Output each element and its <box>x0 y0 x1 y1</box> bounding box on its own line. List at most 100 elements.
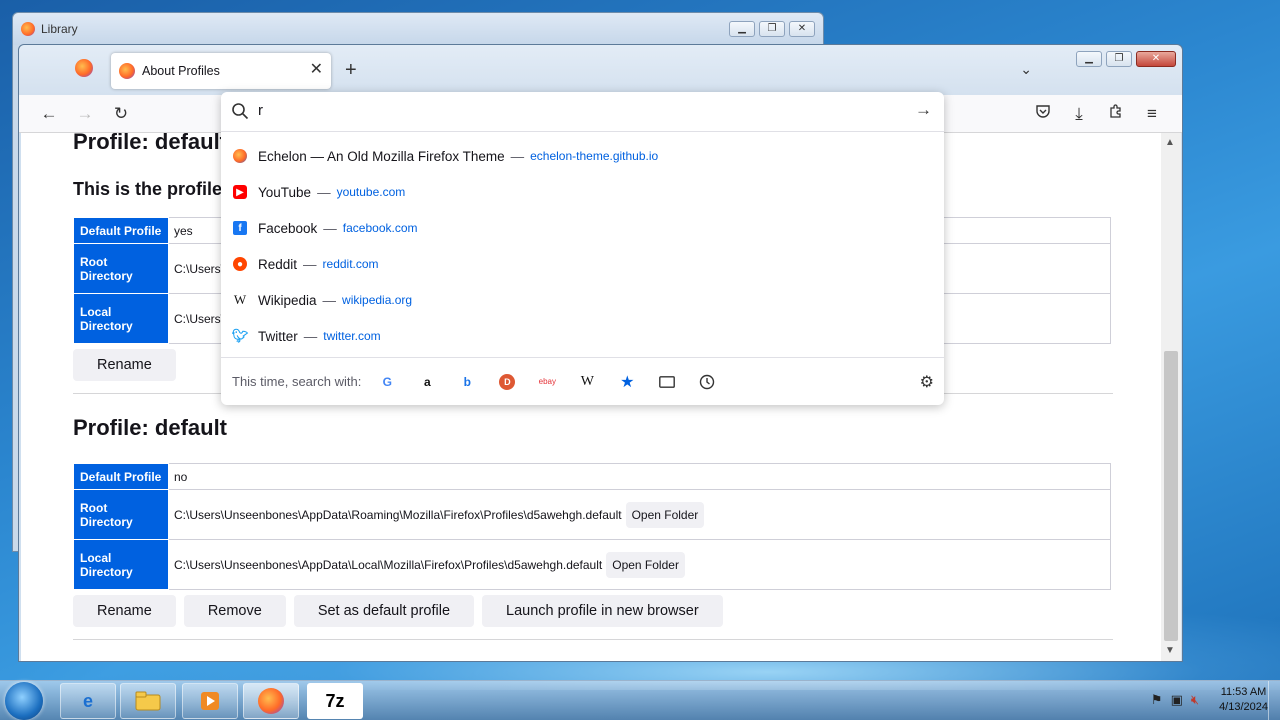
suggestion-url: twitter.com <box>323 329 381 343</box>
suggestion-separator: — <box>317 184 331 200</box>
rename-button[interactable]: Rename <box>73 595 176 627</box>
urlbar-dropdown: r → Echelon — An Old Mozilla Firefox The… <box>221 92 944 405</box>
internet-explorer-icon[interactable]: e <box>60 683 116 719</box>
firefox-window-controls: ▁ ❐ ✕ <box>1076 51 1176 67</box>
minimize-button[interactable]: ▁ <box>729 21 755 37</box>
youtube-icon: ▶ <box>233 185 247 199</box>
extensions-puzzle-icon[interactable] <box>1104 102 1128 126</box>
media-player-icon[interactable] <box>182 683 238 719</box>
amazon-icon[interactable]: a <box>419 374 435 390</box>
firefox-icon <box>21 22 35 36</box>
library-titlebar[interactable]: Library <box>13 13 823 45</box>
volume-muted-icon[interactable]: 🔇︎ <box>1191 692 1199 708</box>
clock-date: 4/13/2024 <box>1219 701 1268 713</box>
google-icon[interactable]: G <box>379 374 395 390</box>
tabs-icon[interactable] <box>659 374 676 390</box>
tab-close-icon[interactable]: ✕ <box>310 61 323 79</box>
clock[interactable]: 11:53 AM 4/13/2024 <box>1219 685 1268 715</box>
firefox-taskbar-icon[interactable] <box>243 683 299 719</box>
duckduckgo-icon[interactable]: D <box>499 373 516 390</box>
system-tray: ⚑ ▣ 🔇︎ 11:53 AM 4/13/2024 <box>1151 685 1268 715</box>
url-input[interactable]: r <box>258 102 263 119</box>
history-clock-icon[interactable] <box>699 374 715 390</box>
scrollbar-thumb[interactable] <box>1164 351 1178 641</box>
suggestion-item[interactable]: f Facebook — facebook.com <box>221 210 944 246</box>
firefox-icon <box>258 688 284 714</box>
facebook-icon: f <box>233 221 247 235</box>
local-directory-cell: C:\Users\Unseenbones\AppData\Local\Mozil… <box>168 539 1111 590</box>
pocket-icon[interactable] <box>1031 102 1055 126</box>
bookmarks-star-icon[interactable]: ★ <box>619 374 635 391</box>
show-desktop-button[interactable] <box>1268 681 1280 720</box>
suggestion-item[interactable]: W Wikipedia — wikipedia.org <box>221 282 944 318</box>
reload-icon[interactable]: ↻ <box>109 102 133 126</box>
forward-arrow-icon[interactable]: → <box>73 102 97 126</box>
open-local-folder-button[interactable]: Open Folder <box>606 551 685 578</box>
restore-button[interactable]: ❐ <box>759 21 785 37</box>
suggestion-title: Wikipedia <box>258 292 317 308</box>
default-profile-value: no <box>168 463 1111 490</box>
rename-button[interactable]: Rename <box>73 349 176 381</box>
scroll-up-icon[interactable]: ▲ <box>1165 137 1175 148</box>
default-profile-label: Default Profile <box>73 463 169 490</box>
ebay-icon[interactable]: ebay <box>539 374 556 390</box>
suggestion-url: youtube.com <box>336 185 406 199</box>
suggestion-item[interactable]: Echelon — An Old Mozilla Firefox Theme —… <box>221 138 944 174</box>
hamburger-menu-icon[interactable]: ≡ <box>1140 102 1164 126</box>
root-directory-label: Root Directory <box>73 489 169 540</box>
close-button[interactable]: ✕ <box>789 21 815 37</box>
tab-label: About Profiles <box>142 64 220 78</box>
twitter-icon: 🐦︎ <box>231 328 249 343</box>
suggestion-url: echelon-theme.github.io <box>530 149 659 163</box>
new-tab-button[interactable]: + <box>345 59 357 82</box>
file-explorer-icon[interactable] <box>120 683 176 719</box>
back-arrow-icon[interactable]: ← <box>37 102 61 126</box>
pinned-tab-firefox-icon[interactable] <box>75 59 93 77</box>
7zip-icon[interactable]: 7z <box>307 683 363 719</box>
taskbar: e 7z ⚑ ▣ 🔇︎ 11:53 AM 4/13/2024 <box>0 680 1280 720</box>
restore-button[interactable]: ❐ <box>1106 51 1132 67</box>
bing-icon[interactable]: b <box>459 374 475 390</box>
search-icon <box>232 103 249 120</box>
tab-about-profiles[interactable]: About Profiles ✕ <box>111 53 331 89</box>
suggestion-url: reddit.com <box>322 257 379 271</box>
network-icon[interactable]: ▣ <box>1171 692 1183 708</box>
close-button[interactable]: ✕ <box>1136 51 1176 67</box>
suggestion-item[interactable]: ▶ YouTube — youtube.com <box>221 174 944 210</box>
suggestion-separator: — <box>303 328 318 344</box>
set-default-profile-button[interactable]: Set as default profile <box>293 595 475 627</box>
suggestion-url: wikipedia.org <box>342 293 413 307</box>
suggestion-title: YouTube <box>258 184 312 200</box>
page-scrollbar[interactable]: ▲ ▼ <box>1161 133 1181 661</box>
action-center-flag-icon[interactable]: ⚑ <box>1151 692 1163 708</box>
url-input-row[interactable]: r → <box>221 92 944 132</box>
root-directory-value: C:\Users\Unseenbones\AppData\Roaming\Moz… <box>174 507 622 522</box>
suggestion-separator: — <box>510 148 525 164</box>
downloads-icon[interactable]: ⤓ <box>1067 102 1091 126</box>
list-all-tabs-chevron-icon[interactable]: ⌄ <box>1020 61 1032 78</box>
suggestion-title: Facebook <box>258 220 318 236</box>
suggestion-separator: — <box>323 220 337 236</box>
go-arrow-icon[interactable]: → <box>915 100 932 120</box>
profile-actions: Rename <box>73 349 176 381</box>
tab-strip: About Profiles ✕ + ⌄ ▁ ❐ ✕ <box>19 45 1182 95</box>
remove-button[interactable]: Remove <box>183 595 286 627</box>
profile-title: Profile: default <box>73 415 228 440</box>
wikipedia-icon[interactable]: W <box>579 374 595 390</box>
scroll-down-icon[interactable]: ▼ <box>1165 645 1175 656</box>
reddit-icon: ● <box>233 257 247 271</box>
launch-profile-button[interactable]: Launch profile in new browser <box>482 595 723 627</box>
current-profile-note: This is the profile <box>73 179 223 199</box>
suggestion-item[interactable]: ● Reddit — reddit.com <box>221 246 944 282</box>
divider <box>73 639 1113 640</box>
profile-details-table: Default Profile no Root Directory C:\Use… <box>73 463 1111 590</box>
search-settings-gear-icon[interactable]: ⚙ <box>920 372 934 392</box>
local-directory-label: Local Directory <box>73 293 169 344</box>
suggestion-title: Reddit <box>258 256 298 272</box>
start-button[interactable] <box>5 682 43 720</box>
minimize-button[interactable]: ▁ <box>1076 51 1102 67</box>
open-root-folder-button[interactable]: Open Folder <box>625 501 705 528</box>
root-directory-label: Root Directory <box>73 243 169 294</box>
firefox-icon <box>119 63 135 79</box>
suggestion-item[interactable]: 🐦︎ Twitter — twitter.com <box>221 318 944 354</box>
